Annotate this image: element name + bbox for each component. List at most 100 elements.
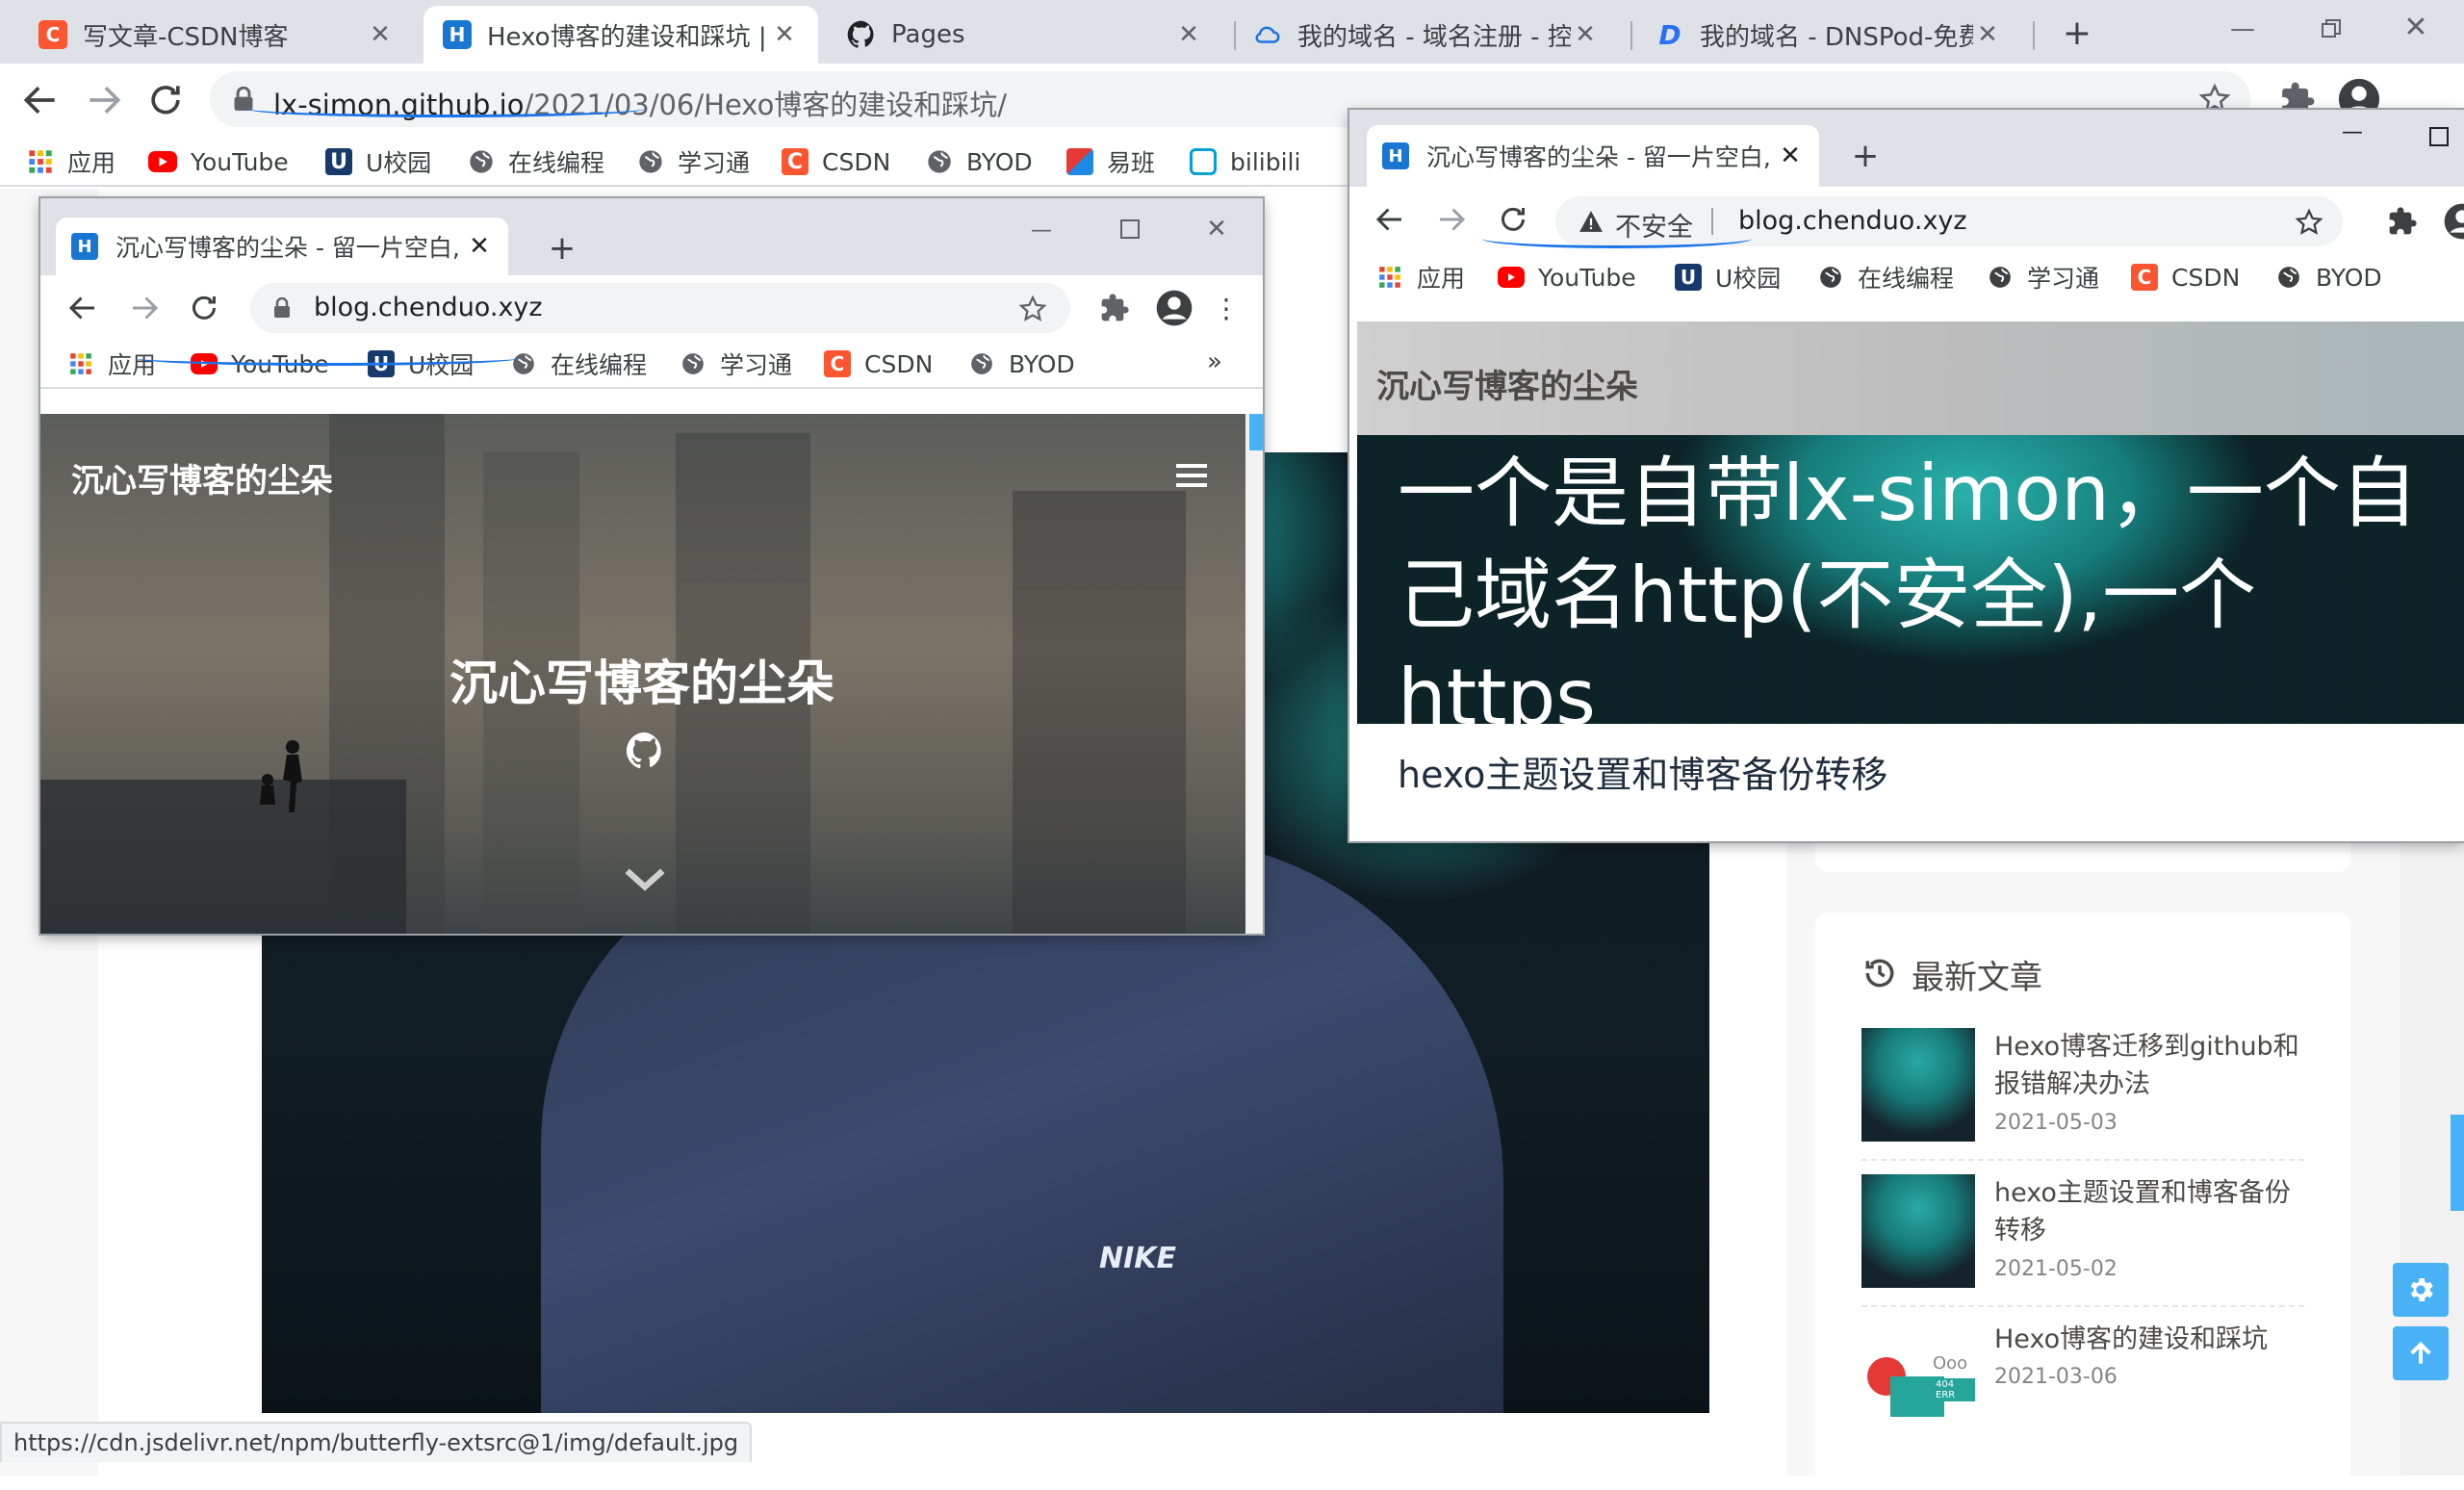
bookmark-ucampus[interactable]: U U校园 xyxy=(325,144,431,179)
back-button[interactable] xyxy=(1373,202,1407,237)
cloud-icon xyxy=(1253,20,1282,49)
bookmark-csdn[interactable]: C CSDN xyxy=(2131,260,2240,295)
post-preview-title[interactable]: hexo主题设置和博客备份转移 xyxy=(1398,745,1887,798)
bookmark-apps[interactable]: 应用 xyxy=(1376,260,1465,295)
yiban-icon xyxy=(1066,148,1093,175)
close-window-button[interactable]: ✕ xyxy=(2387,8,2445,46)
extensions-icon[interactable] xyxy=(2387,206,2418,237)
reload-button[interactable] xyxy=(187,291,221,325)
gear-icon xyxy=(2410,1278,2433,1301)
pen-annotation xyxy=(246,100,645,117)
new-tab-button[interactable]: + xyxy=(1844,135,1886,177)
back-to-top-button[interactable] xyxy=(2393,1326,2449,1380)
bookmark-ucampus[interactable]: U U校园 xyxy=(1675,260,1781,295)
scrollbar-track[interactable] xyxy=(1245,414,1263,934)
bookmark-csdn[interactable]: C CSDN xyxy=(824,347,933,381)
reload-button[interactable] xyxy=(144,79,187,121)
popup-address-bar[interactable]: blog.chenduo.xyz xyxy=(250,283,1070,333)
minimize-button[interactable]: — xyxy=(2331,117,2374,146)
popup-window-left: H 沉心写博客的尘朵 - 留一片空白, ✕ + — ✕ blog.chenduo… xyxy=(40,198,1263,934)
bookmark-bilibili[interactable]: bilibili xyxy=(1190,144,1300,179)
annotation-text: 一个是自带lx-simon，一个自己域名http(不安全),一个https xyxy=(1398,449,2418,742)
bookmark-star-icon[interactable] xyxy=(2295,208,2323,237)
close-tab-icon[interactable]: ✕ xyxy=(466,232,493,261)
recent-post-item[interactable]: hexo主题设置和博客备份转移 2021-05-02 xyxy=(1861,1174,2304,1307)
tab-domain-register[interactable]: 我的域名 - 域名注册 - 控制 ✕ xyxy=(1234,6,1619,64)
popup-tab-title: 沉心写博客的尘朵 - 留一片空白, xyxy=(116,234,460,262)
close-tab-icon[interactable]: ✕ xyxy=(1973,20,2002,49)
tab-hexo-blog[interactable]: H Hexo博客的建设和踩坑 | 沉 ✕ xyxy=(424,6,818,64)
minimize-button[interactable]: — xyxy=(2214,10,2272,48)
forward-button[interactable] xyxy=(83,79,125,121)
bookmark-star-icon[interactable] xyxy=(1018,295,1047,323)
post-thumbnail[interactable] xyxy=(1861,1174,1975,1288)
csdn-favicon-icon: C xyxy=(38,20,67,49)
recent-posts-card: 最新文章 Hexo博客迁移到github和报错解决办法 2021-05-03 h… xyxy=(1815,912,2350,1490)
bookmark-xuexitong[interactable]: 学习通 xyxy=(1987,260,2099,295)
popup-tab[interactable]: H 沉心写博客的尘朵 - 留一片空白, ✕ xyxy=(56,218,508,275)
back-button[interactable] xyxy=(65,291,100,325)
globe-icon xyxy=(968,350,995,377)
bookmark-youtube[interactable]: YouTube xyxy=(1498,260,1636,295)
close-tab-icon[interactable]: ✕ xyxy=(770,20,799,49)
bookmark-xuexitong[interactable]: 学习通 xyxy=(637,144,750,179)
popup-tab-title: 沉心写博客的尘朵 - 留一片空白, xyxy=(1426,143,1771,171)
minimize-button[interactable]: — xyxy=(1020,216,1063,244)
forward-button[interactable] xyxy=(1434,202,1469,237)
bookmark-byod[interactable]: BYOD xyxy=(2275,260,2382,295)
side-tab[interactable] xyxy=(2451,1115,2464,1211)
csdn-icon: C xyxy=(782,148,808,175)
close-tab-icon[interactable]: ✕ xyxy=(366,20,395,49)
bookmark-label: 学习通 xyxy=(720,351,793,379)
recent-post-item[interactable]: Hexo博客迁移到github和报错解决办法 2021-05-03 xyxy=(1861,1028,2304,1161)
tab-dnspod[interactable]: D 我的域名 - DNSPod-免费智 ✕ xyxy=(1636,6,2021,64)
profile-avatar-icon[interactable] xyxy=(2443,202,2464,241)
settings-button[interactable] xyxy=(2393,1263,2449,1317)
close-tab-icon[interactable]: ✕ xyxy=(1777,141,1804,170)
site-name-link[interactable]: 沉心写博客的尘朵 xyxy=(71,454,333,501)
divider xyxy=(1861,1305,2304,1307)
popup-page: 沉心写博客的尘朵 一个是自带lx-simon，一个自己域名http(不安全),一… xyxy=(1357,321,2464,841)
bookmark-online-coding[interactable]: 在线编程 xyxy=(468,144,604,179)
extensions-icon[interactable] xyxy=(1099,293,1130,323)
back-button[interactable] xyxy=(19,79,62,121)
globe-icon xyxy=(468,148,495,175)
restore-button[interactable] xyxy=(2302,10,2360,48)
bookmark-xuexitong[interactable]: 学习通 xyxy=(680,347,792,381)
bookmark-csdn[interactable]: C CSDN xyxy=(782,144,890,179)
recent-post-item[interactable]: Ooo 404 ERR Hexo博客的建设和踩坑 2021-03-06 xyxy=(1861,1321,2304,1453)
close-tab-icon[interactable]: ✕ xyxy=(1571,20,1600,49)
bookmark-apps[interactable]: 应用 xyxy=(27,144,116,179)
post-title-link[interactable]: Hexo博客迁移到github和报错解决办法 xyxy=(1994,1028,2302,1103)
bookmark-byod[interactable]: BYOD xyxy=(968,347,1075,381)
new-tab-button[interactable]: + xyxy=(2054,12,2100,54)
new-tab-button[interactable]: + xyxy=(541,227,583,270)
bookmark-byod[interactable]: BYOD xyxy=(926,144,1033,179)
maximize-button[interactable] xyxy=(1109,212,1151,246)
github-icon[interactable] xyxy=(626,732,664,770)
site-name-link[interactable]: 沉心写博客的尘朵 xyxy=(1376,360,1638,407)
menu-kebab-icon[interactable]: ⋮ xyxy=(1213,291,1240,325)
bookmark-online-coding[interactable]: 在线编程 xyxy=(510,347,647,381)
close-window-button[interactable]: ✕ xyxy=(1195,212,1238,246)
profile-avatar-icon[interactable] xyxy=(1155,289,1194,327)
bookmarks-overflow-button[interactable]: » xyxy=(1207,345,1222,379)
popup-window-right: H 沉心写博客的尘朵 - 留一片空白, ✕ + — 不安全 blog.chend… xyxy=(1349,110,2464,841)
post-thumbnail[interactable] xyxy=(1861,1028,1975,1142)
post-title-link[interactable]: hexo主题设置和博客备份转移 xyxy=(1994,1174,2302,1249)
close-tab-icon[interactable]: ✕ xyxy=(1174,20,1203,49)
bookmark-online-coding[interactable]: 在线编程 xyxy=(1817,260,1954,295)
bookmark-label: 学习通 xyxy=(2027,265,2100,293)
forward-button[interactable] xyxy=(127,291,162,325)
popup-tab[interactable]: H 沉心写博客的尘朵 - 留一片空白, ✕ xyxy=(1367,125,1819,187)
post-thumbnail[interactable]: Ooo 404 ERR xyxy=(1861,1321,1975,1434)
post-title-link[interactable]: Hexo博客的建设和踩坑 xyxy=(1994,1321,2302,1358)
bookmark-yiban[interactable]: 易班 xyxy=(1066,144,1155,179)
bookmark-youtube[interactable]: YouTube xyxy=(148,144,289,179)
tab-csdn-write[interactable]: C 写文章-CSDN博客 ✕ xyxy=(19,6,414,64)
scrollbar-thumb[interactable] xyxy=(1249,414,1263,450)
scroll-down-chevron-icon[interactable] xyxy=(624,866,666,893)
hamburger-menu-icon[interactable] xyxy=(1176,462,1207,489)
tab-github-pages[interactable]: Pages ✕ xyxy=(828,6,1222,64)
maximize-button[interactable] xyxy=(2420,119,2458,154)
